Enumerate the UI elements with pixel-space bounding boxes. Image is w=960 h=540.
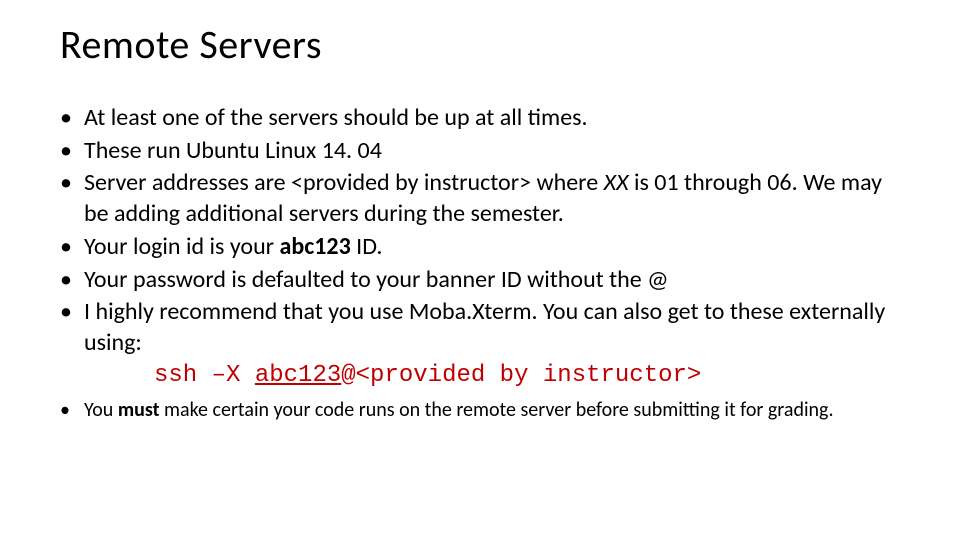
placeholder-text: <provided by instructor> (291, 168, 531, 197)
bullet-item: You must make certain your code runs on … (60, 397, 900, 424)
bullet-text: Your password is defaulted to your banne… (84, 265, 669, 294)
ssh-at: @ (341, 362, 355, 389)
ssh-command: ssh –X abc123@<provided by instructor> (154, 361, 900, 392)
bullet-text: Server addresses are (84, 168, 291, 197)
ssh-cmd-text: ssh –X (154, 362, 255, 389)
bullet-item: Your login id is your abc123 ID. (60, 232, 900, 263)
bullet-text: At least one of the servers should be up… (84, 103, 588, 132)
slide-title: Remote Servers (60, 20, 900, 69)
bullet-text: ID. (351, 232, 383, 261)
bullet-item: At least one of the servers should be up… (60, 103, 900, 134)
bullet-item: Server addresses are <provided by instru… (60, 168, 900, 229)
bullet-item: Your password is defaulted to your banne… (60, 265, 900, 296)
variable-xx: XX (604, 168, 629, 197)
bullet-text: You (84, 398, 118, 422)
bullet-text: I highly recommend that you use Moba.Xte… (84, 297, 885, 357)
bullet-text: where (531, 168, 604, 197)
bullet-item: These run Ubuntu Linux 14. 04 (60, 136, 900, 167)
bullet-item: I highly recommend that you use Moba.Xte… (60, 297, 900, 391)
login-id-bold: abc123 (279, 232, 350, 261)
bullet-text: These run Ubuntu Linux 14. 04 (84, 136, 382, 165)
bullet-list: At least one of the servers should be up… (60, 103, 900, 391)
bullet-text: Your login id is your (84, 232, 279, 261)
ssh-host: <provided by instructor> (356, 362, 702, 389)
slide: Remote Servers At least one of the serve… (0, 0, 960, 444)
must-bold: must (118, 398, 160, 422)
sub-bullet-list: You must make certain your code runs on … (60, 397, 900, 424)
ssh-user: abc123 (255, 362, 341, 389)
bullet-text: make certain your code runs on the remot… (160, 398, 834, 422)
